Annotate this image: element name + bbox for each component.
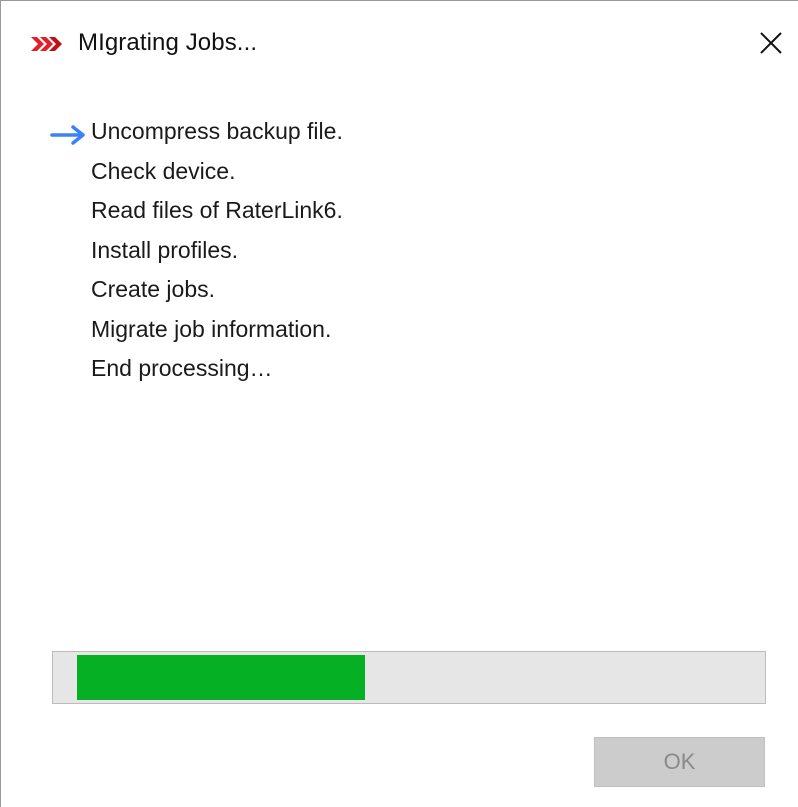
step-label: Migrate job information. bbox=[91, 315, 332, 342]
progress-bar-fill bbox=[77, 655, 365, 700]
dialog-title: MIgrating Jobs... bbox=[78, 29, 258, 56]
title-bar: MIgrating Jobs... bbox=[1, 1, 798, 93]
progress-bar bbox=[52, 651, 766, 704]
close-button[interactable] bbox=[747, 23, 795, 67]
step-item: End processing… bbox=[91, 350, 343, 390]
step-label: Uncompress backup file. bbox=[91, 118, 343, 144]
step-item: Check device. bbox=[91, 153, 343, 193]
step-item: Read files of RaterLink6. bbox=[91, 192, 343, 232]
close-icon bbox=[759, 31, 783, 60]
step-item-current: Uncompress backup file. bbox=[50, 113, 343, 153]
step-item: Create jobs. bbox=[91, 271, 343, 311]
migration-step-list: Uncompress backup file. Check device. Re… bbox=[50, 113, 343, 390]
current-step-arrow-icon bbox=[49, 120, 89, 145]
ok-button[interactable]: OK bbox=[594, 737, 765, 787]
step-item: Install profiles. bbox=[91, 232, 343, 272]
red-chevrons-icon bbox=[31, 34, 65, 54]
step-label: Check device. bbox=[91, 157, 236, 184]
step-label: Install profiles. bbox=[91, 236, 239, 263]
step-label: Create jobs. bbox=[91, 276, 216, 302]
step-label: End processing… bbox=[91, 355, 273, 381]
step-label: Read files of RaterLink6. bbox=[91, 197, 343, 223]
migrating-jobs-dialog: MIgrating Jobs... Uncompress backup file… bbox=[0, 0, 798, 807]
step-item: Migrate job information. bbox=[91, 311, 343, 351]
